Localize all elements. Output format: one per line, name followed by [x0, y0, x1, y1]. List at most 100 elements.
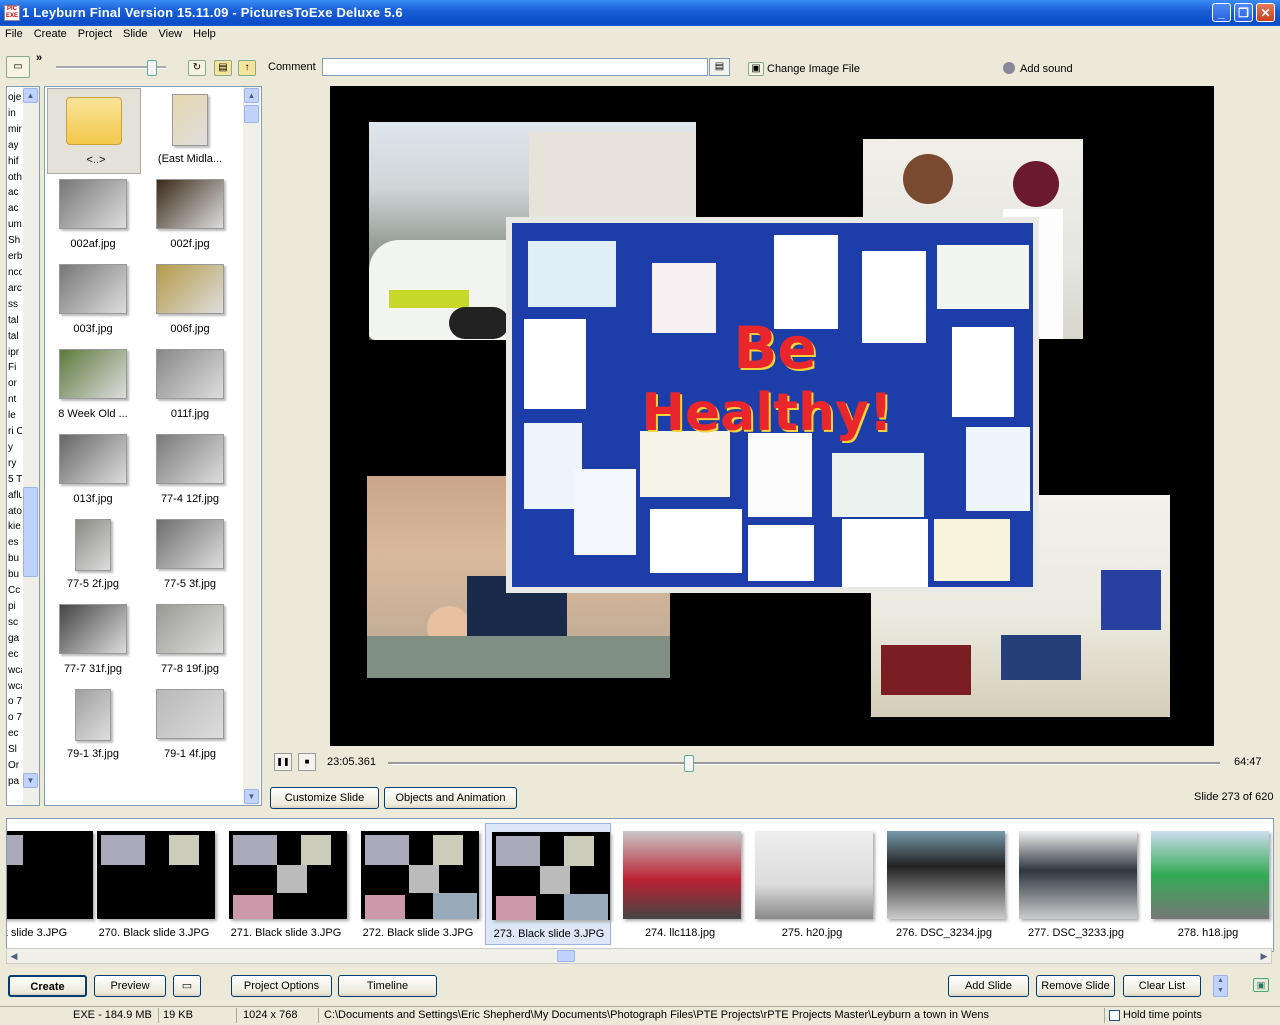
parent-folder-item[interactable]: <..>	[47, 88, 141, 174]
slide-item[interactable]: 270. Black slide 3.JPG	[91, 823, 217, 945]
menu-help[interactable]: Help	[188, 26, 222, 40]
file-item[interactable]: 77-4 12f.jpg	[142, 428, 238, 512]
folder-tree-item[interactable]: mir	[8, 122, 22, 138]
refresh-icon[interactable]: ↻	[188, 60, 206, 76]
slide-item[interactable]: 278. h18.jpg	[1145, 823, 1271, 945]
add-slide-button[interactable]: Add Slide	[948, 975, 1029, 997]
folder-tree-item[interactable]: oje	[8, 90, 22, 106]
folder-tree-item[interactable]: tal	[8, 329, 22, 345]
file-item[interactable]: 77-7 31f.jpg	[45, 598, 141, 682]
folder-tree-item[interactable]: ipr	[8, 345, 22, 361]
file-item[interactable]: 79-1 4f.jpg	[142, 683, 238, 767]
folder-tree-item[interactable]: sc	[8, 615, 22, 631]
folder-tree-item[interactable]: bu	[8, 567, 22, 583]
folder-tree-item[interactable]: nco	[8, 265, 22, 281]
window-layout-icon[interactable]: ▣	[1253, 978, 1269, 992]
scroll-right-icon[interactable]: ▶	[1257, 949, 1271, 963]
folder-tree-item[interactable]: ay	[8, 138, 22, 154]
folder-tree-item[interactable]: o 7	[8, 710, 22, 726]
folder-tree-item[interactable]: ri C	[8, 424, 22, 440]
slide-item[interactable]: 272. Black slide 3.JPG	[355, 823, 481, 945]
folder-tree-item[interactable]: erb	[8, 249, 22, 265]
slide-item[interactable]: 275. h20.jpg	[749, 823, 875, 945]
folder-tree-item[interactable]: or	[8, 376, 22, 392]
change-image-link[interactable]: Change Image File	[767, 63, 860, 75]
change-image-icon[interactable]: ▣	[748, 62, 764, 76]
customize-slide-button[interactable]: Customize Slide	[270, 787, 379, 809]
playback-seekbar-thumb[interactable]	[683, 755, 694, 772]
folder-tree-item[interactable]: tal	[8, 313, 22, 329]
file-item[interactable]: 77-5 3f.jpg	[142, 513, 238, 597]
scroll-up-icon[interactable]: ▲	[23, 88, 38, 103]
file-item[interactable]: 77-8 19f.jpg	[142, 598, 238, 682]
folder-tree-item[interactable]: hif	[8, 154, 22, 170]
slide-preview-stage[interactable]: Be Healthy!	[330, 86, 1214, 746]
file-item[interactable]: (East Midla...	[142, 88, 238, 172]
folder-tree-scrollbar[interactable]: ▲ ▼	[23, 87, 39, 805]
project-options-button[interactable]: Project Options	[231, 975, 332, 997]
folder-tree-item[interactable]: um	[8, 217, 22, 233]
folder-tree-item[interactable]: ac	[8, 201, 22, 217]
folder-tree-item[interactable]: Sh	[8, 233, 22, 249]
slide-item[interactable]: 274. llc118.jpg	[617, 823, 743, 945]
menu-project[interactable]: Project	[73, 26, 118, 40]
folder-tree-item[interactable]: wca	[8, 663, 22, 679]
folder-tree-item[interactable]: ac	[8, 185, 22, 201]
slide-item[interactable]: 277. DSC_3233.jpg	[1013, 823, 1139, 945]
folder-tree-item[interactable]: ga	[8, 631, 22, 647]
drive-icon[interactable]: ▭	[6, 56, 30, 78]
slide-item[interactable]: 276. DSC_3234.jpg	[881, 823, 1007, 945]
slide-item-selected[interactable]: 273. Black slide 3.JPG	[485, 823, 611, 945]
slide-list[interactable]: ck slide 3.JPG 270. Black slide 3.JPG 271.…	[6, 818, 1274, 952]
file-item[interactable]: 002af.jpg	[45, 173, 141, 257]
scroll-thumb[interactable]	[23, 487, 38, 577]
folder-tree-item[interactable]: Fi	[8, 360, 22, 376]
file-browser-scrollbar[interactable]: ▲ ▼	[243, 87, 260, 805]
folder-tree-item[interactable]: Cc	[8, 583, 22, 599]
folder-tree-item[interactable]: pa	[8, 774, 22, 790]
folder-tree-item[interactable]: ss	[8, 297, 22, 313]
slide-item[interactable]: 271. Black slide 3.JPG	[223, 823, 349, 945]
folder-tree-item[interactable]: oth	[8, 170, 22, 186]
stop-icon[interactable]: ■	[298, 753, 316, 771]
slide-list-scrollbar[interactable]: ◀ ▶	[6, 948, 1272, 964]
scroll-up-icon[interactable]: ▲	[244, 88, 259, 103]
file-item[interactable]: 006f.jpg	[142, 258, 238, 342]
fullscreen-preview-icon[interactable]: ▭	[173, 975, 201, 997]
pause-icon[interactable]: ❚❚	[274, 753, 292, 771]
thumbnail-size-slider-thumb[interactable]	[147, 60, 157, 76]
scroll-left-icon[interactable]: ◀	[7, 949, 21, 963]
add-sound-link[interactable]: Add sound	[1020, 63, 1073, 75]
reorder-spinner-icon[interactable]: ▲ ▼	[1213, 975, 1228, 997]
preview-button[interactable]: Preview	[94, 975, 166, 997]
objects-animation-button[interactable]: Objects and Animation	[384, 787, 517, 809]
file-item[interactable]: 79-1 3f.jpg	[45, 683, 141, 767]
menu-slide[interactable]: Slide	[118, 26, 153, 40]
scroll-thumb[interactable]	[244, 105, 259, 123]
folder-tree-item[interactable]: y	[8, 440, 22, 456]
file-item[interactable]: 8 Week Old ...	[45, 343, 141, 427]
create-button[interactable]: Create	[8, 975, 87, 997]
file-browser[interactable]: <..> (East Midla... 002af.jpg 002f.jpg 003f.…	[44, 86, 262, 806]
folder-tree-item[interactable]: es	[8, 535, 22, 551]
folder-tree-item[interactable]: ec	[8, 726, 22, 742]
file-item[interactable]: 003f.jpg	[45, 258, 141, 342]
folder-tree-item[interactable]: aflu	[8, 488, 22, 504]
file-item[interactable]: 002f.jpg	[142, 173, 238, 257]
folder-up-icon[interactable]: ↑	[238, 60, 256, 76]
folder-tree-item[interactable]: bu	[8, 551, 22, 567]
folder-tree-item[interactable]: kie	[8, 519, 22, 535]
folder-tree-item[interactable]: 5 T	[8, 472, 22, 488]
minimize-button[interactable]: _	[1212, 3, 1231, 22]
folder-tree-item[interactable]: in	[8, 106, 22, 122]
folder-tree-items[interactable]: ojeinmirayhifothacacumSherbncoarcsstalta…	[8, 90, 22, 790]
hold-time-points-checkbox[interactable]	[1109, 1010, 1120, 1021]
folder-tree-item[interactable]: o 7	[8, 694, 22, 710]
clear-list-button[interactable]: Clear List	[1123, 975, 1201, 997]
remove-slide-button[interactable]: Remove Slide	[1036, 975, 1115, 997]
folder-tree-item[interactable]: Or	[8, 758, 22, 774]
folder-tree-item[interactable]: nt	[8, 392, 22, 408]
folder-tree[interactable]: ojeinmirayhifothacacumSherbncoarcsstalta…	[6, 86, 40, 806]
menu-file[interactable]: File	[0, 26, 29, 40]
file-item[interactable]: 77-5 2f.jpg	[45, 513, 141, 597]
